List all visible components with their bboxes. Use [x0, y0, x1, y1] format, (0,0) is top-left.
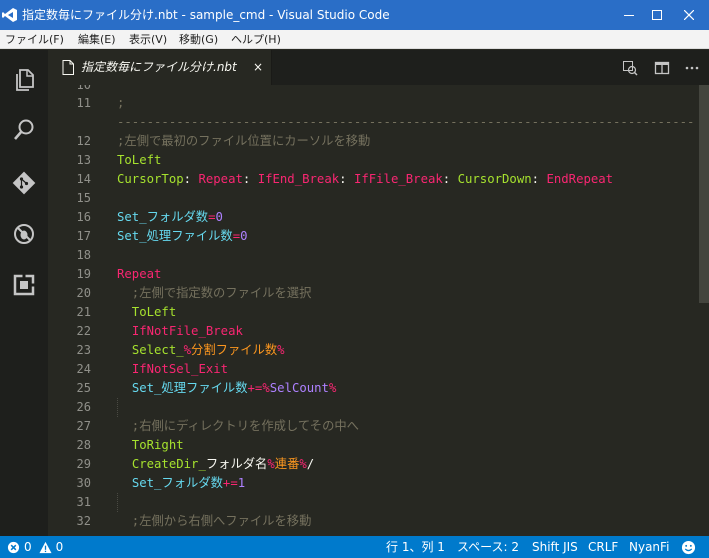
line-number: 31: [76, 495, 91, 509]
code-line: ;右側にディレクトリを作成してその中へ: [117, 419, 359, 433]
encoding-setting[interactable]: Shift JIS: [532, 536, 578, 558]
debug-icon: [14, 224, 34, 244]
smiley-icon: [681, 540, 696, 554]
git-icon: [12, 171, 36, 195]
vscode-logo-icon: [2, 8, 17, 22]
code-line: Repeat: [117, 267, 162, 281]
close-icon: [684, 10, 694, 20]
code-line: Set_フォルダ数=0: [117, 210, 223, 224]
line-number: 16: [76, 210, 91, 224]
code-line: IfNotFile_Break: [131, 324, 243, 338]
eol-setting[interactable]: CRLF: [588, 536, 618, 558]
problems-indicator[interactable]: 0 0: [7, 536, 63, 558]
feedback-button[interactable]: [681, 536, 696, 558]
line-number: 21: [76, 305, 91, 319]
menu-view[interactable]: 表示(V): [129, 30, 167, 49]
split-editor-button[interactable]: [652, 58, 672, 78]
status-bar: 0 0 行 1、列 1 スペース: 2 Shift JIS CRLF NyanF…: [0, 536, 709, 558]
line-number: 12: [76, 134, 91, 148]
code-line: Set_処理ファイル数+=%SelCount%: [131, 381, 337, 395]
line-number: 13: [76, 153, 91, 167]
line-number: 20: [76, 286, 91, 300]
menu-edit[interactable]: 編集(E): [78, 30, 116, 49]
line-number: 24: [76, 362, 91, 376]
line-number: 30: [76, 476, 91, 490]
code-line: Set_フォルダ数+=1: [131, 476, 246, 490]
line-number: 26: [76, 400, 91, 414]
line-number: 14: [76, 172, 91, 186]
search-icon: [14, 119, 34, 140]
code-line: ToRight: [117, 438, 184, 452]
open-changes-button[interactable]: [620, 58, 640, 78]
language-mode[interactable]: NyanFi: [629, 536, 669, 558]
minimize-button[interactable]: [615, 0, 643, 30]
menu-bar: ファイル(F) 編集(E) 表示(V) 移動(G) ヘルプ(H): [0, 30, 709, 49]
error-count: 0: [24, 540, 32, 554]
code-line: ToLeft: [117, 305, 177, 319]
menu-help[interactable]: ヘルプ(H): [231, 30, 281, 49]
title-bar: 指定数毎にファイル分け.nbt - sample_cmd - Visual St…: [0, 0, 709, 30]
menu-file[interactable]: ファイル(F): [5, 30, 64, 49]
maximize-icon: [652, 10, 662, 20]
file-icon: [62, 60, 74, 75]
files-icon: [16, 69, 34, 91]
more-icon: [685, 66, 699, 70]
line-number: 22: [76, 324, 91, 338]
separator-comment: ----------------------------------------…: [117, 115, 694, 129]
line-number: 29: [76, 457, 91, 471]
activity-bar: [0, 50, 48, 536]
split-editor-icon: [654, 61, 670, 75]
code-line: Set_処理ファイル数=0: [117, 229, 248, 243]
extensions-button[interactable]: [8, 269, 40, 301]
warning-count: 0: [55, 540, 64, 554]
indentation-setting[interactable]: スペース: 2: [457, 536, 519, 558]
minimize-icon: [624, 15, 634, 16]
cursor-position[interactable]: 行 1、列 1: [386, 536, 445, 558]
warning-icon: [39, 541, 52, 553]
line-number: 15: [76, 191, 91, 205]
line-number: 25: [76, 381, 91, 395]
code-line: CreateDir_フォルダ名%連番%/: [131, 457, 315, 471]
code-line: ;: [117, 96, 125, 110]
code-line: ToLeft: [117, 153, 162, 167]
extensions-icon: [13, 274, 35, 296]
explorer-button[interactable]: [8, 64, 40, 96]
line-number: 11: [76, 96, 91, 110]
tab-active-file[interactable]: 指定数毎にファイル分け.nbt ×: [48, 50, 272, 85]
menu-go[interactable]: 移動(G): [179, 30, 218, 49]
code-line: CursorTop: Repeat: IfEnd_Break: IfFile_B…: [117, 172, 614, 186]
code-line: Select_%分割ファイル数%: [131, 343, 285, 357]
search-button[interactable]: [8, 114, 40, 146]
line-number: 32: [76, 514, 91, 528]
code-line: ;左側で指定数のファイルを選択: [117, 286, 312, 300]
line-number: 17: [76, 229, 91, 243]
tab-bar: 指定数毎にファイル分け.nbt ×: [48, 50, 709, 85]
window-title: 指定数毎にファイル分け.nbt - sample_cmd - Visual St…: [22, 8, 390, 22]
line-number: 18: [76, 248, 91, 262]
indent-guide: [117, 398, 125, 417]
vertical-scrollbar-thumb[interactable]: [699, 85, 709, 303]
line-number: 23: [76, 343, 91, 357]
code-line: IfNotSel_Exit: [131, 362, 229, 376]
more-actions-button[interactable]: [682, 58, 702, 78]
code-editor[interactable]: 10 11 ; --------------------------------…: [48, 85, 709, 536]
line-number: 28: [76, 438, 91, 452]
error-icon: [7, 541, 20, 553]
maximize-button[interactable]: [643, 0, 671, 30]
line-number: 27: [76, 419, 91, 433]
tab-close-button[interactable]: ×: [253, 50, 263, 85]
line-number: 19: [76, 267, 91, 281]
tab-label: 指定数毎にファイル分け.nbt: [81, 60, 237, 74]
code-line: ;左側で最初のファイル位置にカーソルを移動: [117, 134, 371, 148]
source-control-button[interactable]: [8, 167, 40, 199]
code-line: ;左側から右側へファイルを移動: [117, 514, 312, 528]
debug-button[interactable]: [8, 218, 40, 250]
open-changes-icon: [623, 61, 638, 76]
indent-guide: [117, 493, 125, 512]
close-window-button[interactable]: [675, 0, 703, 30]
